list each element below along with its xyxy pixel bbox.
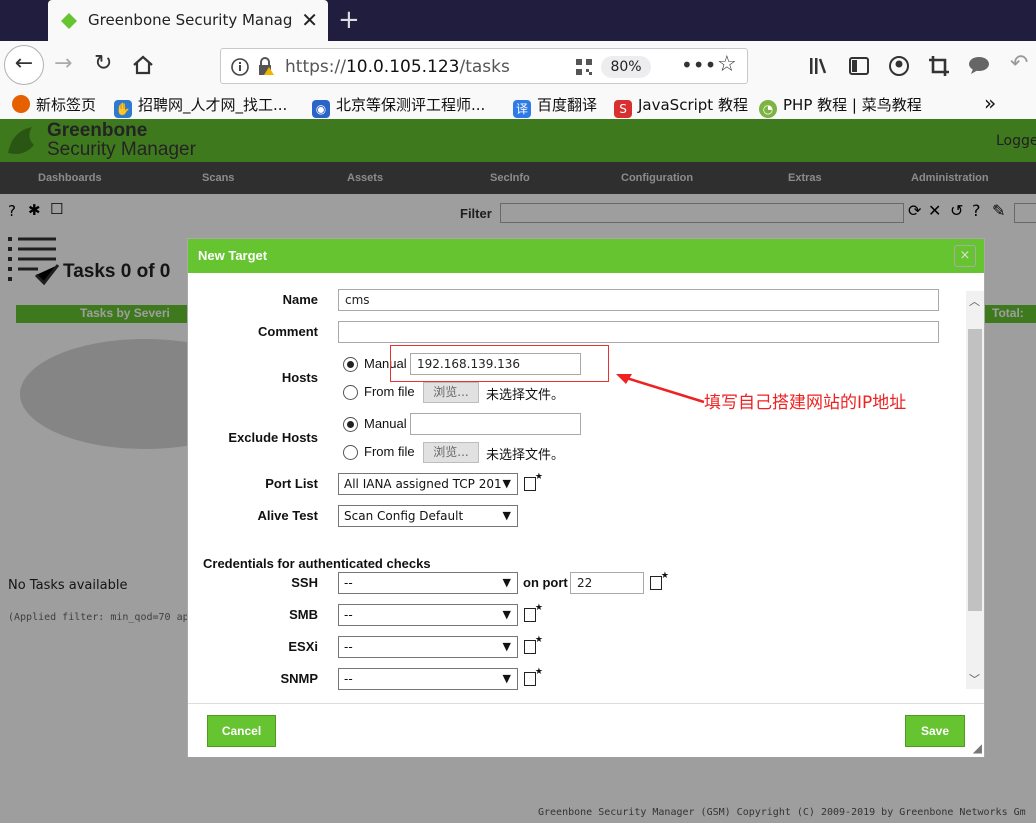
chevron-down-icon: ▼ xyxy=(502,640,511,653)
chevron-down-icon: ▼ xyxy=(502,509,511,522)
annotation-text: 填写自己搭建网站的IP地址 xyxy=(704,393,907,413)
browser-tab[interactable]: Greenbone Security Manager ✕ xyxy=(48,0,328,41)
chevron-down-icon: ▼ xyxy=(502,477,511,490)
esxi-credential-select[interactable]: -- ▼ xyxy=(338,636,518,658)
tab-title: Greenbone Security Manager xyxy=(88,11,293,29)
exclude-manual-input[interactable] xyxy=(410,413,581,435)
comment-label: Comment xyxy=(258,324,318,339)
alive-test-label: Alive Test xyxy=(257,508,318,523)
browser-tab-bar: Greenbone Security Manager ✕ + xyxy=(0,0,1036,41)
cancel-button[interactable]: Cancel xyxy=(207,715,276,747)
annotation-highlight-box xyxy=(390,345,609,382)
save-button[interactable]: Save xyxy=(905,715,965,747)
new-target-dialog: New Target × Name cms Comment Hosts Manu… xyxy=(187,238,985,757)
ssh-port-input[interactable]: 22 xyxy=(570,572,644,594)
credentials-heading: Credentials for authenticated checks xyxy=(203,556,431,571)
resize-handle-icon[interactable]: ◢ xyxy=(973,741,982,755)
bookmarks-bar: 新标签页 ✋ 招聘网_人才网_找工... ◉ 北京等保测评工程师... 译百度翻译 … xyxy=(0,91,1036,119)
insecure-lock-icon[interactable] xyxy=(257,57,275,77)
info-icon[interactable] xyxy=(231,58,249,76)
new-ssh-credential-icon[interactable] xyxy=(650,571,669,590)
bookmark-item[interactable]: S JavaScript 教程 xyxy=(614,94,748,118)
dialog-body: Name cms Comment Hosts Manual 192.168.13… xyxy=(188,273,984,703)
ssh-credential-select[interactable]: -- ▼ xyxy=(338,572,518,594)
bookmark-item[interactable]: ✋ 招聘网_人才网_找工... xyxy=(114,94,287,118)
site-icon: ◉ xyxy=(312,100,330,118)
on-port-label: on port xyxy=(523,575,568,590)
alive-test-select[interactable]: Scan Config Default ▼ xyxy=(338,505,518,527)
bookmark-star-icon[interactable]: ☆ xyxy=(717,52,737,77)
library-icon[interactable] xyxy=(808,56,830,76)
port-list-select[interactable]: All IANA assigned TCP 201 ▼ xyxy=(338,473,518,495)
home-icon[interactable] xyxy=(132,55,154,75)
more-bookmarks-icon[interactable]: » xyxy=(984,91,996,115)
new-esxi-credential-icon[interactable] xyxy=(524,635,543,654)
annotation-arrow-icon xyxy=(616,374,705,404)
ssh-label: SSH xyxy=(291,575,318,590)
name-input[interactable]: cms xyxy=(338,289,939,311)
greenbone-favicon-icon xyxy=(61,13,77,29)
hand-icon: ✋ xyxy=(114,100,132,118)
hosts-no-file-text: 未选择文件。 xyxy=(486,387,565,402)
name-label: Name xyxy=(282,292,318,307)
undo-icon[interactable]: ↶ xyxy=(1010,51,1028,76)
new-port-list-icon[interactable] xyxy=(524,472,543,491)
url-bar[interactable]: https://10.0.105.123/tasks 80% ••• ☆ xyxy=(220,48,748,84)
chevron-down-icon: ▼ xyxy=(502,672,511,685)
dialog-header[interactable]: New Target × xyxy=(188,239,984,273)
firefox-icon xyxy=(12,95,30,113)
hosts-label: Hosts xyxy=(281,370,318,385)
chevron-up-icon[interactable]: ︿ xyxy=(969,293,980,309)
browser-nav-bar: ← → ↻ https://10.0.105.123/tasks 80% •••… xyxy=(0,41,1036,91)
bookmark-item[interactable]: 新标签页 xyxy=(12,94,96,115)
esxi-label: ESXi xyxy=(288,639,318,654)
tab-close-icon[interactable]: ✕ xyxy=(301,8,318,32)
smb-label: SMB xyxy=(289,607,318,622)
snmp-label: SNMP xyxy=(280,671,318,686)
account-icon[interactable] xyxy=(888,55,910,77)
runoob-logo-icon: ◔ xyxy=(759,100,777,118)
hosts-from-file-label: From file xyxy=(364,384,415,399)
new-smb-credential-icon[interactable] xyxy=(524,603,543,622)
chevron-down-icon[interactable]: ﹀ xyxy=(969,671,980,687)
new-snmp-credential-icon[interactable] xyxy=(524,667,543,686)
smb-credential-select[interactable]: -- ▼ xyxy=(338,604,518,626)
dialog-scrollbar[interactable]: ︿ ﹀ xyxy=(966,291,984,689)
runoob-icon: S xyxy=(614,100,632,118)
dialog-footer: Cancel Save ◢ xyxy=(188,703,984,757)
exclude-from-file-radio[interactable] xyxy=(343,445,358,460)
exclude-manual-radio[interactable] xyxy=(343,417,358,432)
reload-button[interactable]: ↻ xyxy=(94,51,112,76)
chevron-down-icon: ▼ xyxy=(502,608,511,621)
page-actions-icon[interactable]: ••• xyxy=(681,53,716,77)
chat-icon[interactable] xyxy=(968,55,990,75)
forward-button[interactable]: → xyxy=(54,51,72,76)
hosts-browse-button[interactable]: 浏览... xyxy=(423,382,479,403)
sidebar-icon[interactable] xyxy=(848,56,870,76)
close-icon[interactable]: × xyxy=(954,245,976,267)
bookmark-item[interactable]: ◔ PHP 教程 | 菜鸟教程 xyxy=(759,94,922,118)
bookmark-item[interactable]: ◉ 北京等保测评工程师... xyxy=(312,94,485,118)
exclude-hosts-label: Exclude Hosts xyxy=(228,430,318,445)
new-tab-button[interactable]: + xyxy=(338,5,360,35)
exclude-no-file-text: 未选择文件。 xyxy=(486,447,565,462)
translate-icon: 译 xyxy=(513,100,531,118)
comment-input[interactable] xyxy=(338,321,939,343)
exclude-manual-label: Manual xyxy=(364,416,407,431)
scrollbar-thumb[interactable] xyxy=(968,329,982,611)
zoom-level-badge[interactable]: 80% xyxy=(601,56,651,78)
qr-code-icon[interactable] xyxy=(575,58,593,76)
bookmark-item[interactable]: 译百度翻译 xyxy=(513,94,597,118)
crop-screenshot-icon[interactable] xyxy=(928,55,950,77)
exclude-from-file-label: From file xyxy=(364,444,415,459)
snmp-credential-select[interactable]: -- ▼ xyxy=(338,668,518,690)
port-list-label: Port List xyxy=(265,476,318,491)
chevron-down-icon: ▼ xyxy=(502,576,511,589)
hosts-manual-radio[interactable] xyxy=(343,357,358,372)
exclude-browse-button[interactable]: 浏览... xyxy=(423,442,479,463)
url-text: https://10.0.105.123/tasks xyxy=(285,57,510,77)
back-button[interactable]: ← xyxy=(4,45,44,85)
hosts-from-file-radio[interactable] xyxy=(343,385,358,400)
dialog-title: New Target xyxy=(198,248,268,263)
